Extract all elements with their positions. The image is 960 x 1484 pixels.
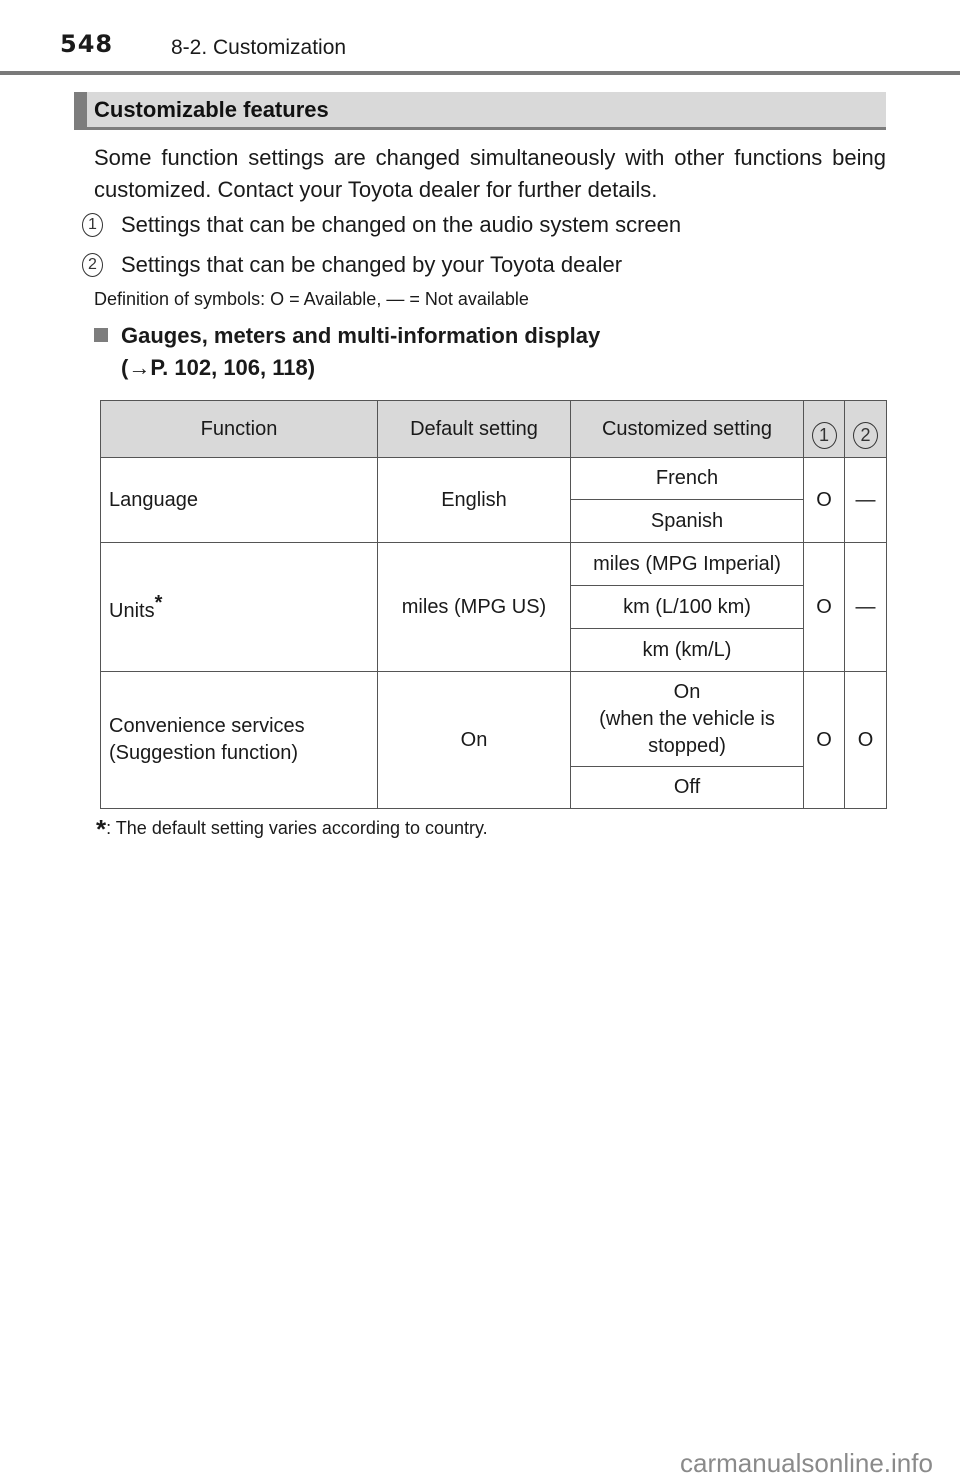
option-cell: Off bbox=[570, 766, 804, 809]
col1-cell: O bbox=[803, 542, 845, 672]
legend-item-2: 2 Settings that can be changed by your T… bbox=[82, 252, 622, 278]
option-cell: miles (MPG Imperial) bbox=[570, 542, 804, 586]
table-row: Units* miles (MPG US) miles (MPG Imperia… bbox=[100, 542, 887, 672]
table-header-row: Function Default setting Customized sett… bbox=[100, 400, 887, 458]
circled-number-2-icon: 2 bbox=[82, 253, 103, 277]
watermark: carmanualsonline.info bbox=[680, 1448, 933, 1478]
table-row: Convenience services (Suggestion functio… bbox=[100, 671, 887, 809]
header-default: Default setting bbox=[377, 400, 571, 458]
table-row: Language English French O — bbox=[100, 457, 887, 543]
default-cell: English bbox=[377, 457, 571, 543]
asterisk-marker: * bbox=[96, 814, 107, 844]
header-function: Function bbox=[100, 400, 378, 458]
function-cell: Convenience services (Suggestion functio… bbox=[100, 671, 378, 809]
intro-paragraph: Some function settings are changed simul… bbox=[94, 145, 886, 202]
header-col1: 1 bbox=[803, 400, 845, 458]
symbol-definition: Definition of symbols: O = Available, — … bbox=[94, 289, 529, 309]
footnote: *: The default setting varies according … bbox=[96, 814, 488, 845]
col1-cell: O bbox=[803, 671, 845, 809]
col1-cell: O bbox=[803, 457, 845, 543]
legend-text: Settings that can be changed by your Toy… bbox=[121, 252, 623, 277]
option-cell: On (when the vehicle is stopped) bbox=[570, 671, 804, 767]
legend-item-1: 1 Settings that can be changed on the au… bbox=[82, 212, 681, 238]
default-cell: On bbox=[377, 671, 571, 809]
footnote-text: : The default setting varies according t… bbox=[106, 818, 488, 838]
col2-cell: O bbox=[844, 671, 887, 809]
circled-number-1-icon: 1 bbox=[811, 421, 837, 449]
option-cell: km (km/L) bbox=[570, 628, 804, 672]
asterisk-marker: * bbox=[154, 591, 163, 614]
option-cell: km (L/100 km) bbox=[570, 585, 804, 629]
page-number: 548 bbox=[60, 30, 114, 58]
col2-cell: — bbox=[844, 457, 887, 543]
option-cell: Spanish bbox=[570, 499, 804, 543]
function-cell: Units* bbox=[100, 542, 378, 672]
section-heading: Customizable features bbox=[94, 97, 329, 122]
header-col2: 2 bbox=[844, 400, 887, 458]
subheading: Gauges, meters and multi-information dis… bbox=[94, 320, 600, 384]
col2-cell: — bbox=[844, 542, 887, 672]
default-cell: miles (MPG US) bbox=[377, 542, 571, 672]
header-divider bbox=[0, 71, 960, 75]
option-cell: French bbox=[570, 457, 804, 500]
function-cell: Language bbox=[100, 457, 378, 543]
circled-number-2-icon: 2 bbox=[853, 421, 878, 449]
square-bullet-icon bbox=[94, 328, 108, 342]
page-reference: (→P. 102, 106, 118) bbox=[121, 355, 316, 380]
section-title: 8-2. Customization bbox=[171, 36, 347, 59]
heading-accent bbox=[74, 92, 87, 127]
header-customized: Customized setting bbox=[570, 400, 804, 458]
subheading-title: Gauges, meters and multi-information dis… bbox=[121, 323, 601, 348]
legend-text: Settings that can be changed on the audi… bbox=[121, 212, 682, 237]
section-heading-bar: Customizable features bbox=[74, 92, 886, 130]
customization-table: Function Default setting Customized sett… bbox=[100, 400, 887, 809]
circled-number-1-icon: 1 bbox=[82, 213, 103, 237]
